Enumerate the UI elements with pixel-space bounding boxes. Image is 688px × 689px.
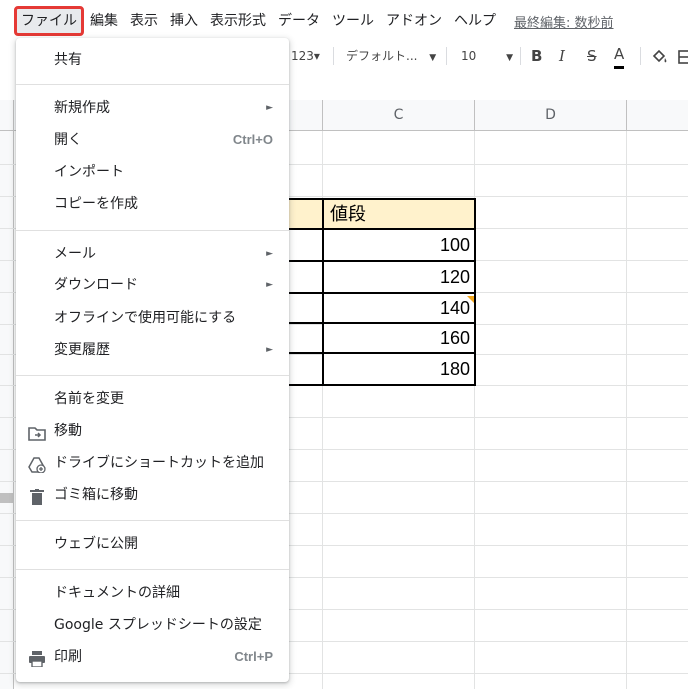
text-color-button[interactable]: A [614,42,625,69]
chevron-down-icon: ▼ [506,53,514,63]
menu-edit[interactable]: 編集 [84,8,124,34]
menu-trash-label: ゴミ箱に移動 [54,487,138,503]
selected-row-marker [0,493,14,503]
submenu-arrow-icon: ► [266,103,273,113]
menu-tools[interactable]: ツール [326,8,380,34]
menu-make-copy-label: コピーを作成 [54,196,138,212]
menu-publish-label: ウェブに公開 [54,536,138,552]
menu-separator [16,520,289,521]
menu-open-shortcut: Ctrl+O [232,132,273,147]
menu-import[interactable]: インポート [16,158,289,186]
fill-color-icon[interactable] [651,40,669,72]
menu-print-label: 印刷 [54,649,82,665]
last-edit-link[interactable]: 最終編集: 数秒前 [514,12,614,31]
menu-rename[interactable]: 名前を変更 [16,385,289,413]
move-folder-icon [28,423,46,441]
font-select-label: デフォルト... [346,49,418,63]
menu-share-label: 共有 [54,52,82,68]
price-header-cell[interactable]: 値段 [322,198,476,230]
menu-data[interactable]: データ [272,8,326,34]
gridline [626,131,627,689]
menu-file[interactable]: ファイル [14,6,84,36]
menu-view[interactable]: 表示 [124,8,164,34]
trash-icon [28,487,46,505]
menu-open[interactable]: 開く Ctrl+O [16,126,289,154]
menu-move[interactable]: 移動 [16,417,289,445]
toolbar-divider [446,47,447,65]
price-cell[interactable]: 120 [322,262,476,294]
menu-trash[interactable]: ゴミ箱に移動 [16,481,289,509]
menu-version-history[interactable]: 変更履歴 ► [16,336,289,364]
menu-format[interactable]: 表示形式 [204,8,272,34]
submenu-arrow-icon: ► [266,280,273,290]
menu-import-label: インポート [54,164,124,180]
price-cell[interactable]: 160 [322,324,476,354]
menu-separator [16,569,289,570]
menu-help[interactable]: ヘルプ [448,8,502,34]
corner-header[interactable] [0,100,14,131]
menu-print[interactable]: 印刷 Ctrl+P [16,643,289,671]
menu-email[interactable]: メール ► [16,240,289,268]
menu-separator [16,84,289,85]
menu-settings-label: Google スプレッドシートの設定 [54,617,262,633]
number-format-button[interactable]: 123▾ [291,40,320,72]
menu-rename-label: 名前を変更 [54,391,124,407]
row-header-column [0,131,14,689]
column-header-d[interactable]: D [475,100,627,131]
menu-make-copy[interactable]: コピーを作成 [16,190,289,218]
menu-publish[interactable]: ウェブに公開 [16,530,289,558]
italic-button[interactable]: I [559,40,565,72]
submenu-arrow-icon: ► [266,249,273,259]
menu-add-shortcut[interactable]: ドライブにショートカットを追加 [16,449,289,477]
menu-print-shortcut: Ctrl+P [234,649,273,664]
menu-bar: ファイル 編集 表示 挿入 表示形式 データ ツール アドオン ヘルプ 最終編集… [0,6,688,36]
chevron-down-icon: ▼ [429,53,437,63]
menu-email-label: メール [54,246,96,262]
menu-offline-label: オフラインで使用可能にする [54,310,237,326]
font-size-label: 10 [461,49,477,63]
font-select[interactable]: デフォルト... ▼ [346,40,436,72]
drive-shortcut-icon [28,455,46,474]
menu-new[interactable]: 新規作成 ► [16,94,289,122]
menu-addons[interactable]: アドオン [380,8,448,34]
submenu-arrow-icon: ► [266,345,273,355]
menu-separator [16,375,289,376]
menu-insert[interactable]: 挿入 [164,8,204,34]
menu-settings[interactable]: Google スプレッドシートの設定 [16,611,289,639]
toolbar-divider [333,47,334,65]
menu-open-label: 開く [54,132,82,148]
column-header-c[interactable]: C [323,100,475,131]
menu-separator [16,230,289,231]
toolbar-divider [640,47,641,65]
menu-download-label: ダウンロード [54,277,138,293]
strikethrough-button[interactable]: S [587,40,597,72]
menu-details-label: ドキュメントの詳細 [54,585,180,601]
print-icon [28,649,46,668]
note-indicator [467,296,474,303]
price-cell[interactable]: 180 [322,354,476,386]
font-size-select[interactable]: 10 ▼ [461,40,513,72]
menu-details[interactable]: ドキュメントの詳細 [16,579,289,607]
bold-button[interactable]: B [531,40,542,72]
borders-icon[interactable] [678,40,688,72]
price-cell[interactable]: 140 [322,294,476,324]
file-menu: 共有 新規作成 ► 開く Ctrl+O インポート コピーを作成 メール ► ダ… [16,38,289,682]
menu-download[interactable]: ダウンロード ► [16,271,289,299]
menu-move-label: 移動 [54,423,82,439]
menu-new-label: 新規作成 [54,100,110,116]
menu-share[interactable]: 共有 [16,46,289,74]
menu-offline[interactable]: オフラインで使用可能にする [16,304,289,332]
menu-version-history-label: 変更履歴 [54,342,110,358]
price-cell[interactable]: 100 [322,230,476,262]
menu-add-shortcut-label: ドライブにショートカットを追加 [54,455,264,471]
column-header-e[interactable] [627,100,688,131]
toolbar-divider [520,47,521,65]
